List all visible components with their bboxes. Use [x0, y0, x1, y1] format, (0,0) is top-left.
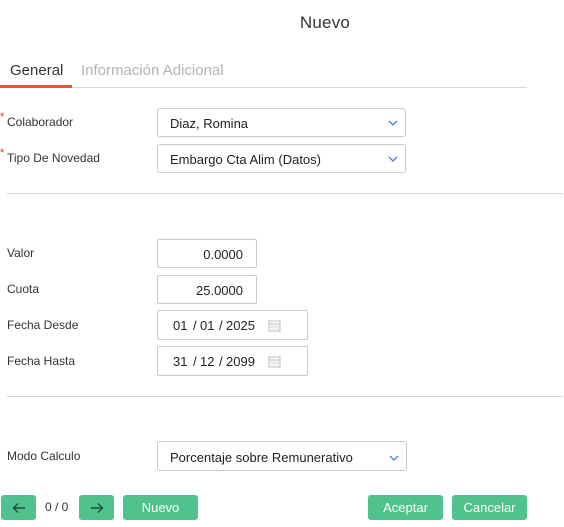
- date-month[interactable]: 12: [200, 354, 214, 369]
- section-divider: [7, 396, 563, 397]
- fecha-desde-input[interactable]: 01 / 01 / 2025: [157, 310, 308, 340]
- tab-bar: General Información Adicional: [0, 60, 527, 88]
- date-separator: /: [219, 354, 223, 369]
- colaborador-select[interactable]: Diaz, Romina: [157, 108, 406, 137]
- section-divider: [7, 193, 563, 194]
- date-month[interactable]: 01: [200, 318, 214, 333]
- fecha-hasta-input[interactable]: 31 / 12 / 2099: [157, 346, 308, 376]
- date-day[interactable]: 31: [173, 354, 187, 369]
- arrow-right-icon: [90, 502, 103, 513]
- tipo-novedad-select[interactable]: Embargo Cta Alim (Datos): [157, 144, 406, 173]
- nuevo-button[interactable]: Nuevo: [123, 495, 198, 520]
- next-button[interactable]: [79, 495, 114, 520]
- required-marker: *: [0, 111, 5, 123]
- valor-input[interactable]: 0.0000: [157, 239, 257, 268]
- modo-calculo-select[interactable]: Porcentaje sobre Remunerativo: [157, 441, 407, 471]
- date-year[interactable]: 2025: [226, 318, 255, 333]
- calendar-icon[interactable]: [268, 319, 281, 332]
- required-marker: *: [0, 147, 5, 159]
- date-year[interactable]: 2099: [226, 354, 255, 369]
- chevron-down-icon: [388, 120, 398, 126]
- tab-general[interactable]: General: [0, 62, 72, 88]
- cuota-label: Cuota: [7, 282, 40, 296]
- cuota-input[interactable]: 25.0000: [157, 275, 257, 304]
- chevron-down-icon: [389, 455, 399, 461]
- date-day[interactable]: 01: [173, 318, 187, 333]
- pager-count: 0 / 0: [45, 500, 69, 514]
- prev-button[interactable]: [1, 495, 36, 520]
- dialog-title: Nuevo: [299, 13, 351, 32]
- date-separator: /: [193, 354, 197, 369]
- calendar-icon[interactable]: [268, 355, 281, 368]
- valor-label: Valor: [7, 246, 35, 260]
- aceptar-button[interactable]: Aceptar: [368, 495, 443, 520]
- fecha-hasta-label: Fecha Hasta: [7, 354, 76, 368]
- chevron-down-icon: [388, 156, 398, 162]
- date-separator: /: [219, 318, 223, 333]
- colaborador-value: Diaz, Romina: [170, 116, 249, 131]
- tipo-novedad-label: Tipo De Novedad: [7, 151, 100, 165]
- colaborador-label: Colaborador: [7, 115, 74, 129]
- date-separator: /: [193, 318, 197, 333]
- tipo-novedad-value: Embargo Cta Alim (Datos): [170, 152, 321, 167]
- modo-calculo-value: Porcentaje sobre Remunerativo: [170, 450, 353, 465]
- arrow-left-icon: [12, 502, 25, 513]
- fecha-desde-label: Fecha Desde: [7, 318, 79, 332]
- tab-informacion-adicional[interactable]: Información Adicional: [81, 62, 224, 88]
- cancelar-button[interactable]: Cancelar: [452, 495, 527, 520]
- modo-calculo-label: Modo Calculo: [7, 449, 81, 463]
